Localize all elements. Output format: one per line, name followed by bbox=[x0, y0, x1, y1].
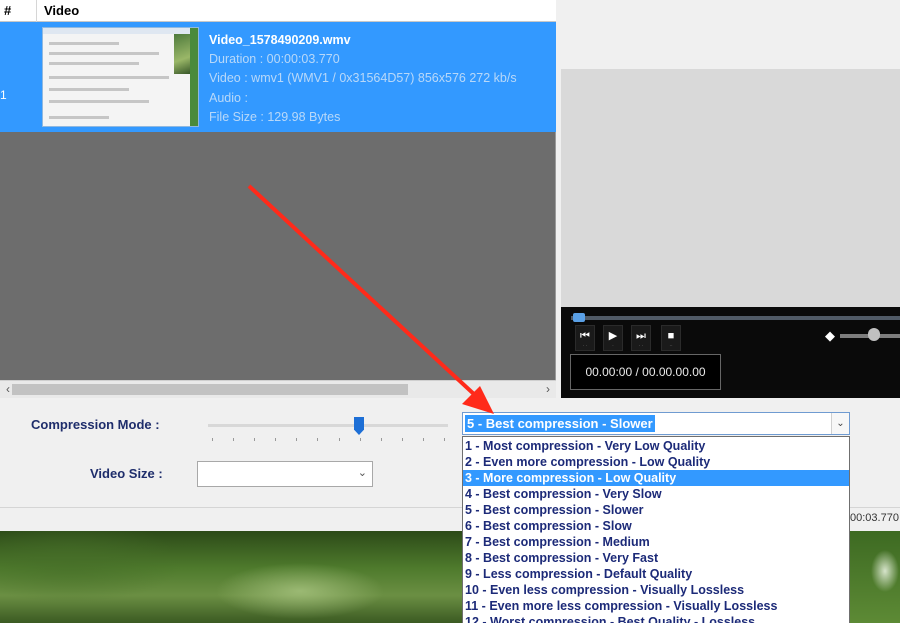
slider-tick bbox=[422, 438, 424, 441]
background-photo-right bbox=[850, 531, 900, 623]
skip-back-icon: ⏮ bbox=[580, 330, 590, 342]
dropdown-option[interactable]: 9 - Less compression - Default Quality bbox=[463, 566, 849, 582]
video-preview bbox=[561, 69, 900, 307]
thumbnail-detail bbox=[49, 100, 149, 103]
slider-tick bbox=[359, 438, 361, 441]
chevron-down-icon[interactable]: ⌄ bbox=[831, 413, 849, 434]
stop-button[interactable]: ■ ·· bbox=[661, 325, 681, 351]
chevron-down-icon[interactable]: ⌄ bbox=[358, 466, 367, 479]
slider-tick bbox=[401, 438, 403, 441]
dropdown-option[interactable]: 6 - Best compression - Slow bbox=[463, 518, 849, 534]
dropdown-list: 1 - Most compression - Very Low Quality 2… bbox=[463, 438, 849, 623]
thumbnail-detail bbox=[49, 52, 159, 55]
play-icon: ▶ bbox=[608, 330, 618, 342]
video-thumbnail bbox=[42, 27, 199, 127]
dropdown-option[interactable]: 11 - Even more less compression - Visual… bbox=[463, 598, 849, 614]
list-header: # Video bbox=[0, 0, 556, 22]
thumbnail-detail bbox=[49, 88, 129, 91]
file-video-info: Video : wmv1 (WMV1 / 0x31564D57) 856x576… bbox=[209, 71, 517, 86]
player-controls: ⏮ · · ▶ · ⏭ · · ■ ·· 00.00:00 / 00.00.00… bbox=[561, 307, 900, 398]
scroll-right-icon[interactable]: › bbox=[540, 381, 556, 398]
button-caption: · bbox=[612, 343, 614, 349]
seek-handle[interactable] bbox=[573, 313, 585, 322]
seek-track[interactable] bbox=[571, 316, 900, 320]
horizontal-scrollbar[interactable]: ‹ › bbox=[0, 380, 556, 398]
compression-mode-selected[interactable]: 5 - Best compression - Slower bbox=[465, 415, 655, 432]
slider-tick bbox=[380, 438, 382, 441]
dropdown-option[interactable]: 2 - Even more compression - Low Quality bbox=[463, 454, 849, 470]
table-row[interactable]: 1 Video_1578490209.wmv Duration : 00:00:… bbox=[0, 22, 556, 132]
compression-slider[interactable] bbox=[208, 424, 448, 427]
row-index: 1 bbox=[0, 88, 7, 102]
compression-mode-dropdown[interactable]: 1 - Most compression - Very Low Quality 2… bbox=[462, 436, 850, 623]
previous-button[interactable]: ⏮ · · bbox=[575, 325, 595, 351]
column-video-header[interactable]: Video bbox=[44, 3, 79, 18]
skip-forward-icon: ⏭ bbox=[636, 330, 646, 342]
thumbnail-edge bbox=[190, 28, 198, 126]
file-duration: Duration : 00:00:03.770 bbox=[209, 52, 340, 67]
file-audio-info: Audio : bbox=[209, 90, 248, 105]
button-caption: · · bbox=[582, 343, 588, 349]
column-index-header[interactable]: # bbox=[4, 3, 11, 18]
slider-tick bbox=[338, 438, 340, 441]
slider-tick bbox=[275, 438, 277, 441]
file-name: Video_1578490209.wmv bbox=[209, 33, 351, 47]
thumbnail-detail bbox=[49, 116, 109, 119]
status-time: 00:03.770 bbox=[850, 512, 899, 524]
stop-icon: ■ bbox=[667, 330, 675, 342]
button-caption: ·· bbox=[669, 343, 673, 349]
slider-tick bbox=[233, 438, 235, 441]
volume-handle[interactable] bbox=[868, 328, 880, 341]
video-size-label: Video Size : bbox=[90, 466, 163, 481]
slider-tick bbox=[212, 438, 213, 441]
next-button[interactable]: ⏭ · · bbox=[631, 325, 651, 351]
file-size: File Size : 129.98 Bytes bbox=[209, 109, 341, 124]
thumbnail-detail bbox=[49, 76, 169, 79]
thumbnail-detail bbox=[49, 42, 119, 45]
column-separator bbox=[36, 0, 37, 22]
dropdown-option[interactable]: 4 - Best compression - Very Slow bbox=[463, 486, 849, 502]
slider-tick bbox=[317, 438, 319, 441]
dropdown-option[interactable]: 5 - Best compression - Slower bbox=[463, 502, 849, 518]
time-display: 00.00:00 / 00.00.00.00 bbox=[570, 354, 721, 390]
slider-tick bbox=[296, 438, 298, 441]
dropdown-option[interactable]: 12 - Worst compression - Best Quality - … bbox=[463, 614, 849, 623]
dropdown-option[interactable]: 10 - Even less compression - Visually Lo… bbox=[463, 582, 849, 598]
slider-tick bbox=[444, 438, 445, 441]
video-size-select[interactable]: ⌄ bbox=[197, 461, 373, 487]
button-caption: · · bbox=[638, 343, 644, 349]
dropdown-option[interactable]: 1 - Most compression - Very Low Quality bbox=[463, 438, 849, 454]
scrollbar-thumb[interactable] bbox=[12, 384, 408, 395]
play-button[interactable]: ▶ · bbox=[603, 325, 623, 351]
background-photo bbox=[0, 531, 462, 623]
thumbnail-detail bbox=[49, 62, 139, 65]
file-info: Video_1578490209.wmv Duration : 00:00:03… bbox=[209, 31, 517, 127]
dropdown-option[interactable]: 3 - More compression - Low Quality bbox=[463, 470, 849, 486]
compression-mode-label: Compression Mode : bbox=[31, 417, 160, 432]
slider-tick bbox=[254, 438, 256, 441]
file-list[interactable]: # Video 1 Video_1578490209.wmv Duration … bbox=[0, 0, 556, 398]
compression-mode-combobox[interactable]: 5 - Best compression - Slower ⌄ bbox=[462, 412, 850, 435]
dropdown-option[interactable]: 8 - Best compression - Very Fast bbox=[463, 550, 849, 566]
dropdown-option[interactable]: 7 - Best compression - Medium bbox=[463, 534, 849, 550]
volume-icon[interactable]: ◆ bbox=[823, 329, 837, 343]
